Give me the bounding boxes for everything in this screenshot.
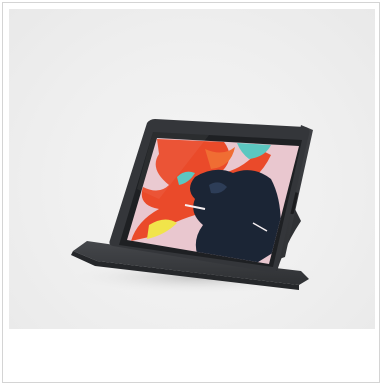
tablet-stand-illustration [71, 119, 324, 293]
image-whitespace [9, 329, 375, 378]
image-frame [2, 2, 380, 383]
product-photo [9, 9, 375, 329]
